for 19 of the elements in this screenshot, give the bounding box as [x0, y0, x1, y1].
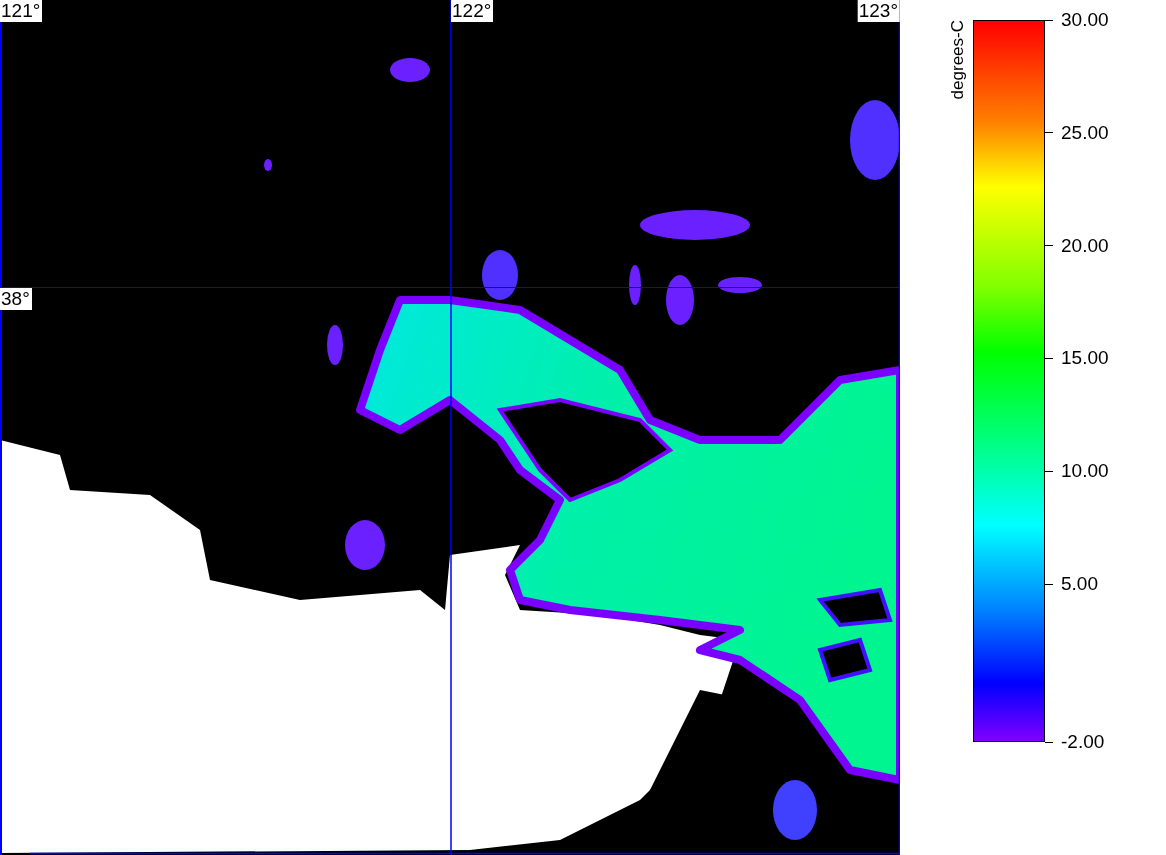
- tick-mark: [1045, 470, 1053, 472]
- tick-mark: [1045, 132, 1053, 134]
- colorbar-tick-label: 5.00: [1061, 573, 1098, 596]
- tick-mark: [1045, 245, 1053, 247]
- tick-mark: [1045, 741, 1053, 743]
- colorbar-tick-label: -2.00: [1061, 731, 1105, 753]
- longitude-label: 122°: [451, 0, 494, 22]
- tick-mark: [1045, 583, 1053, 585]
- longitude-label: 123°: [857, 0, 900, 22]
- colorbar-tick-label: 20.00: [1061, 234, 1109, 257]
- colorbar-tick-label: 15.00: [1061, 347, 1109, 370]
- colorbar-tick-label: 25.00: [1061, 121, 1109, 144]
- latitude-label: 38°: [0, 288, 32, 310]
- tick-mark: [1045, 357, 1053, 359]
- longitude-label: 121°: [0, 0, 43, 22]
- colorbar-unit-label: degrees-C: [948, 20, 968, 100]
- tick-mark: [1045, 19, 1053, 21]
- colorbar-tick-label: 30.00: [1061, 9, 1109, 31]
- colorbar-tick-label: 10.00: [1061, 460, 1109, 483]
